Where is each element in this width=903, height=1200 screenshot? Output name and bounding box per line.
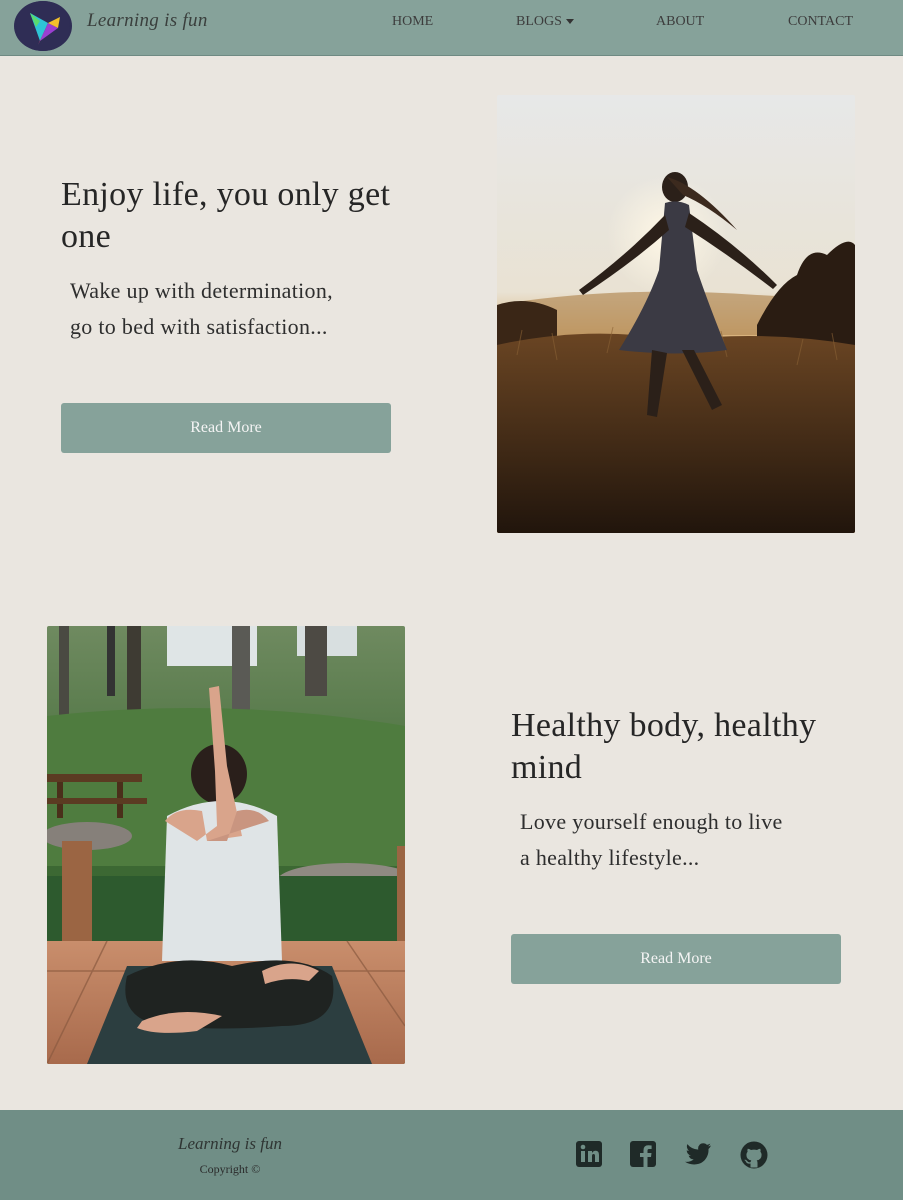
linkedin-icon[interactable]	[575, 1140, 605, 1170]
read-more-button[interactable]: Read More	[61, 403, 391, 453]
section-heading: Enjoy life, you only get one	[61, 176, 391, 255]
section-subtitle-line1: Wake up with determination,	[70, 278, 333, 303]
section-subtitle-line2: a healthy lifestyle...	[520, 845, 700, 870]
woman-yoga-image	[47, 626, 405, 1064]
logo-bird-icon[interactable]	[14, 1, 72, 51]
nav-blogs-label: BLOGS	[516, 14, 562, 29]
section-subtitle-line1: Love yourself enough to live	[520, 809, 783, 834]
section-heading: Healthy body, healthy mind	[511, 707, 817, 786]
twitter-icon[interactable]	[683, 1140, 713, 1170]
footer: Learning is fun Copyright ©	[0, 1110, 903, 1200]
footer-copyright: Copyright ©	[199, 1162, 261, 1176]
section-subtitle-line2: go to bed with satisfaction...	[70, 314, 328, 339]
navbar: Learning is fun HOME BLOGS ABOUT CONTACT	[0, 0, 903, 56]
nav-contact-link[interactable]: CONTACT	[788, 14, 853, 30]
brand-title[interactable]: Learning is fun	[87, 10, 208, 32]
nav-about-link[interactable]: ABOUT	[656, 14, 704, 30]
read-more-button[interactable]: Read More	[511, 934, 841, 984]
github-icon[interactable]	[739, 1140, 769, 1170]
nav-blogs-dropdown[interactable]: BLOGS	[516, 14, 574, 30]
footer-brand: Learning is fun	[178, 1134, 282, 1153]
facebook-icon[interactable]	[629, 1140, 659, 1170]
woman-sunset-image	[497, 95, 855, 533]
nav-home-link[interactable]: HOME	[392, 14, 433, 30]
caret-down-icon	[565, 19, 574, 25]
